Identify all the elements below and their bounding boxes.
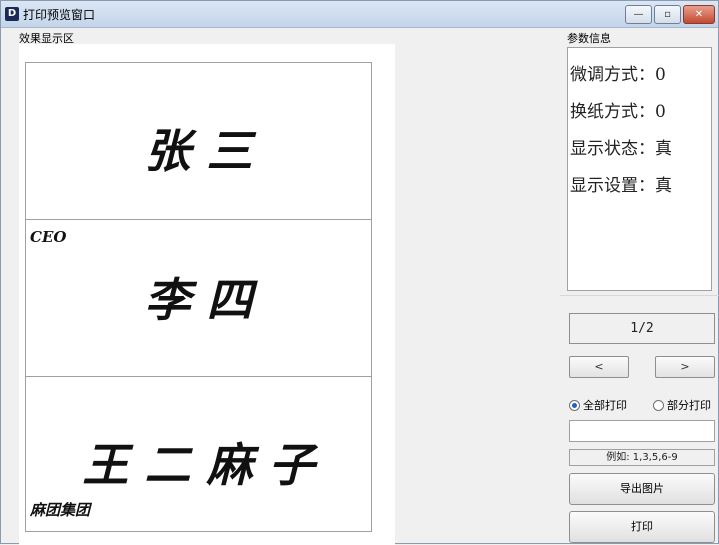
name-card-2: CEO 李 四	[25, 219, 372, 377]
chevron-right-icon: >	[680, 360, 690, 373]
params-info-box: 微调方式：0 换纸方式：0 显示状态：真 显示设置：真	[567, 47, 712, 291]
page-range-input[interactable]	[569, 420, 715, 442]
card-name: 张 三	[144, 124, 253, 178]
window-title: 打印预览窗口	[23, 8, 96, 22]
page-range-hint: 例如: 1,3,5,6-9	[569, 449, 715, 466]
card-subtitle: CEO	[30, 228, 67, 246]
param-paper-change: 换纸方式：0	[570, 102, 666, 122]
param-fine-tune: 微调方式：0	[570, 65, 666, 85]
param-display-status: 显示状态：真	[570, 139, 672, 159]
name-card-1: 张 三	[25, 62, 372, 220]
page-indicator: 1/2	[569, 313, 715, 344]
param-display-setting: 显示设置：真	[570, 176, 672, 196]
export-image-button[interactable]: 导出图片	[569, 473, 715, 505]
radio-unchecked-icon[interactable]	[653, 399, 664, 411]
print-partial-label: 部分打印	[667, 399, 711, 412]
card-name: 王 二 麻 子	[82, 438, 315, 492]
name-card-3: 王 二 麻 子 麻团集团	[25, 376, 372, 532]
params-section-label: 参数信息	[567, 32, 611, 45]
next-page-button[interactable]: >	[655, 356, 715, 378]
app-logo-icon: D	[5, 7, 19, 21]
chevron-left-icon: <	[594, 360, 604, 373]
card-footer: 麻团集团	[30, 501, 91, 519]
print-partial-radio[interactable]: 部分打印	[653, 397, 711, 413]
print-button[interactable]: 打印	[569, 511, 715, 543]
prev-page-button[interactable]: <	[569, 356, 629, 378]
print-all-label: 全部打印	[583, 399, 627, 412]
minimize-button[interactable]: —	[625, 5, 652, 24]
card-name: 李 四	[144, 273, 253, 327]
print-preview-window: D 打印预览窗口 — ▫ ✕ 效果显示区 张 三 CEO 李 四 王 二 麻 子…	[0, 0, 719, 545]
print-all-radio[interactable]: 全部打印	[569, 397, 627, 413]
close-button[interactable]: ✕	[683, 5, 715, 24]
title-bar[interactable]: D 打印预览窗口 — ▫ ✕	[1, 1, 718, 28]
radio-checked-icon[interactable]	[569, 399, 580, 411]
maximize-button[interactable]: ▫	[654, 5, 681, 24]
panel-divider	[560, 295, 719, 296]
